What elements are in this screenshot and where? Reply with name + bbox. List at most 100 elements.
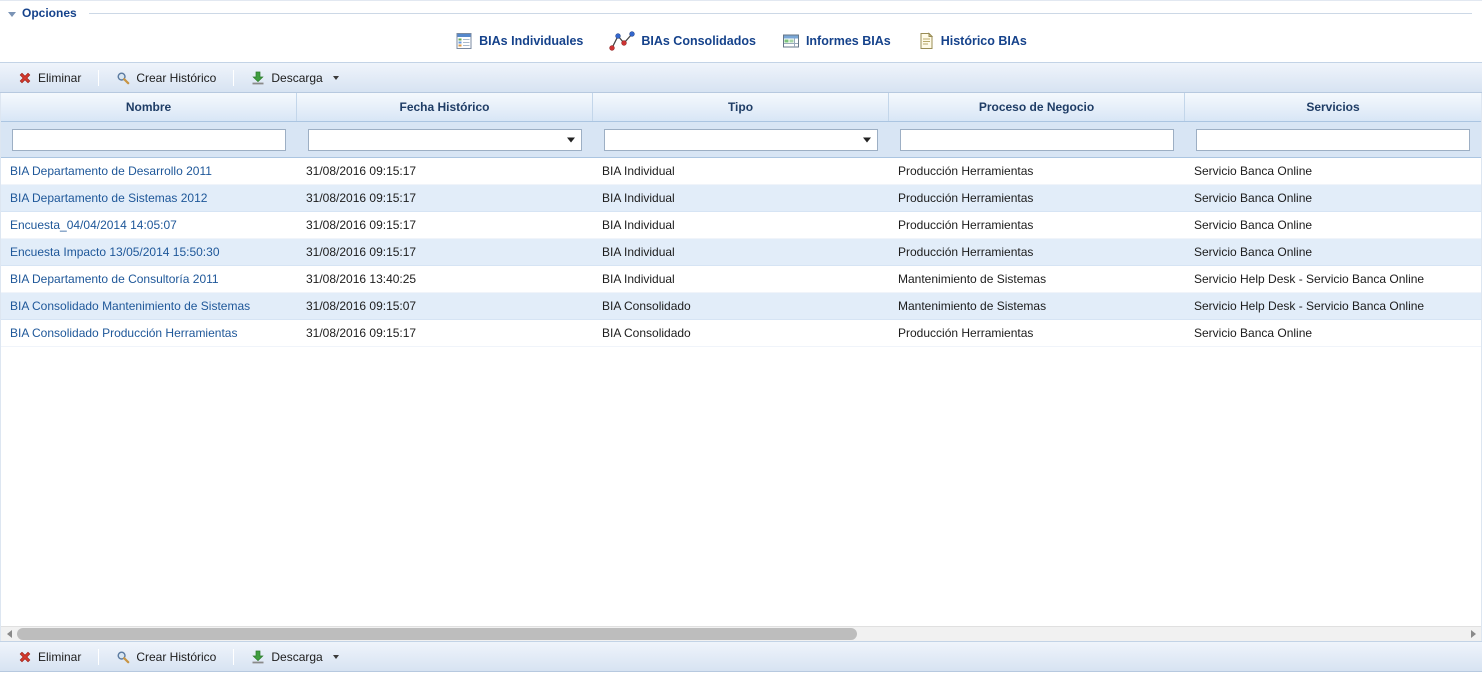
table-row[interactable]: BIA Consolidado Mantenimiento de Sistema… xyxy=(1,293,1481,320)
chevron-down-icon xyxy=(333,76,339,80)
row-fecha: 31/08/2016 09:15:17 xyxy=(297,185,593,211)
row-fecha: 31/08/2016 09:15:17 xyxy=(297,158,593,184)
bottom-strip xyxy=(0,672,1482,677)
filter-cell-tipo xyxy=(593,129,889,151)
horizontal-scrollbar[interactable] xyxy=(1,626,1481,641)
scrollbar-thumb[interactable] xyxy=(17,628,857,640)
row-nombre-link[interactable]: BIA Departamento de Desarrollo 2011 xyxy=(1,158,297,184)
filter-cell-proceso xyxy=(889,129,1185,151)
row-fecha: 31/08/2016 09:15:17 xyxy=(297,239,593,265)
informes-bias-icon xyxy=(782,32,800,50)
row-tipo: BIA Individual xyxy=(593,266,889,292)
row-proceso: Producción Herramientas xyxy=(889,185,1185,211)
row-tipo: BIA Consolidado xyxy=(593,293,889,319)
table-row[interactable]: BIA Departamento de Consultoría 2011 31/… xyxy=(1,266,1481,293)
header-divider xyxy=(89,13,1472,14)
row-tipo: BIA Consolidado xyxy=(593,320,889,346)
table-row[interactable]: BIA Departamento de Sistemas 2012 31/08/… xyxy=(1,185,1481,212)
row-proceso: Producción Herramientas xyxy=(889,158,1185,184)
nav-item-bias-individuales[interactable]: BIAs Individuales xyxy=(449,30,589,52)
nav-item-label: Informes BIAs xyxy=(806,34,891,48)
servicios-filter-input[interactable] xyxy=(1196,129,1470,151)
magnifier-icon xyxy=(116,650,130,664)
row-nombre-link[interactable]: Encuesta_04/04/2014 14:05:07 xyxy=(1,212,297,238)
scroll-right-button[interactable] xyxy=(1465,627,1481,641)
filter-cell-nombre xyxy=(1,129,297,151)
chevron-down-icon xyxy=(333,655,339,659)
bias-consolidados-icon xyxy=(609,30,635,52)
row-nombre-link[interactable]: Encuesta Impacto 13/05/2014 15:50:30 xyxy=(1,239,297,265)
toolbar-top: Eliminar Crear Histórico Descarga xyxy=(0,62,1482,93)
column-header-proceso-negocio[interactable]: Proceso de Negocio xyxy=(889,93,1185,121)
row-tipo: BIA Individual xyxy=(593,212,889,238)
opciones-panel-header[interactable]: Opciones xyxy=(0,1,1482,23)
nombre-filter-input[interactable] xyxy=(12,129,286,151)
row-fecha: 31/08/2016 09:15:17 xyxy=(297,320,593,346)
row-servicios: Servicio Banca Online xyxy=(1185,185,1481,211)
delete-x-icon xyxy=(18,650,32,664)
fecha-filter-select[interactable] xyxy=(308,129,582,151)
grid-empty-area xyxy=(1,347,1481,626)
proceso-filter-input[interactable] xyxy=(900,129,1174,151)
eliminar-label: Eliminar xyxy=(38,650,81,664)
row-proceso: Producción Herramientas xyxy=(889,320,1185,346)
filter-cell-servicios xyxy=(1185,129,1481,151)
bias-individuales-icon xyxy=(455,32,473,50)
download-icon xyxy=(251,650,265,664)
table-row[interactable]: BIA Departamento de Desarrollo 2011 31/0… xyxy=(1,158,1481,185)
row-fecha: 31/08/2016 09:15:07 xyxy=(297,293,593,319)
panel-title: Opciones xyxy=(22,6,77,20)
nav-item-label: BIAs Individuales xyxy=(479,34,583,48)
row-servicios: Servicio Help Desk - Servicio Banca Onli… xyxy=(1185,293,1481,319)
crear-historico-label: Crear Histórico xyxy=(136,650,216,664)
crear-historico-button[interactable]: Crear Histórico xyxy=(106,67,226,89)
nav-item-informes-bias[interactable]: Informes BIAs xyxy=(776,30,897,52)
app-root: Opciones BIAs Individuales xyxy=(0,0,1482,677)
row-proceso: Producción Herramientas xyxy=(889,239,1185,265)
toolbar-bottom: Eliminar Crear Histórico Descarga xyxy=(0,641,1482,672)
row-nombre-link[interactable]: BIA Consolidado Producción Herramientas xyxy=(1,320,297,346)
row-nombre-link[interactable]: BIA Departamento de Sistemas 2012 xyxy=(1,185,297,211)
eliminar-button-bottom[interactable]: Eliminar xyxy=(8,646,91,668)
row-servicios: Servicio Help Desk - Servicio Banca Onli… xyxy=(1185,266,1481,292)
magnifier-icon xyxy=(116,71,130,85)
descarga-button-bottom[interactable]: Descarga xyxy=(241,646,348,668)
nav-item-bias-consolidados[interactable]: BIAs Consolidados xyxy=(603,28,762,54)
eliminar-label: Eliminar xyxy=(38,71,81,85)
row-tipo: BIA Individual xyxy=(593,158,889,184)
row-servicios: Servicio Banca Online xyxy=(1185,212,1481,238)
download-icon xyxy=(251,71,265,85)
historico-bias-icon xyxy=(917,32,935,50)
crear-historico-button-bottom[interactable]: Crear Histórico xyxy=(106,646,226,668)
tipo-filter-select[interactable] xyxy=(604,129,878,151)
nav-bar: BIAs Individuales BIAs Consolidados xyxy=(0,23,1482,62)
row-tipo: BIA Individual xyxy=(593,185,889,211)
row-nombre-link[interactable]: BIA Consolidado Mantenimiento de Sistema… xyxy=(1,293,297,319)
eliminar-button[interactable]: Eliminar xyxy=(8,67,91,89)
column-header-fecha-historico[interactable]: Fecha Histórico xyxy=(297,93,593,121)
row-nombre-link[interactable]: BIA Departamento de Consultoría 2011 xyxy=(1,266,297,292)
column-header-nombre[interactable]: Nombre xyxy=(1,93,297,121)
column-header-servicios[interactable]: Servicios xyxy=(1185,93,1481,121)
row-proceso: Mantenimiento de Sistemas xyxy=(889,293,1185,319)
nav-item-label: Histórico BIAs xyxy=(941,34,1027,48)
filter-cell-fecha xyxy=(297,129,593,151)
nav-item-historico-bias[interactable]: Histórico BIAs xyxy=(911,30,1033,52)
table-row[interactable]: Encuesta Impacto 13/05/2014 15:50:30 31/… xyxy=(1,239,1481,266)
delete-x-icon xyxy=(18,71,32,85)
row-servicios: Servicio Banca Online xyxy=(1185,158,1481,184)
nav-item-label: BIAs Consolidados xyxy=(641,34,756,48)
scrollbar-track[interactable] xyxy=(17,627,1465,641)
table-row[interactable]: Encuesta_04/04/2014 14:05:07 31/08/2016 … xyxy=(1,212,1481,239)
toolbar-separator xyxy=(233,70,234,86)
scroll-left-button[interactable] xyxy=(1,627,17,641)
descarga-button[interactable]: Descarga xyxy=(241,67,348,89)
column-header-tipo[interactable]: Tipo xyxy=(593,93,889,121)
row-proceso: Producción Herramientas xyxy=(889,212,1185,238)
toolbar-separator xyxy=(98,649,99,665)
grid-rows: BIA Departamento de Desarrollo 2011 31/0… xyxy=(1,158,1481,347)
row-tipo: BIA Individual xyxy=(593,239,889,265)
collapse-arrow-icon[interactable] xyxy=(8,12,16,17)
row-fecha: 31/08/2016 13:40:25 xyxy=(297,266,593,292)
table-row[interactable]: BIA Consolidado Producción Herramientas … xyxy=(1,320,1481,347)
